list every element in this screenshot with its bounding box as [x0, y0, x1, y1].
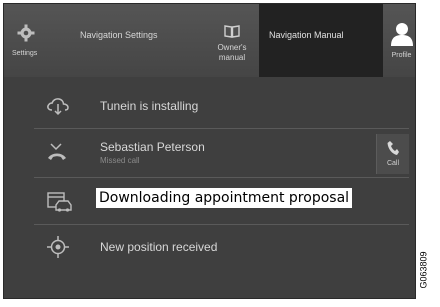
- list-item-title: New position received: [100, 240, 218, 254]
- navigation-manual-label: Navigation Manual: [269, 30, 344, 40]
- figure-code-text: G063809: [418, 251, 429, 289]
- calendar-car-icon: [46, 190, 72, 217]
- list-item[interactable]: New position received: [34, 225, 409, 267]
- call-button[interactable]: Call: [376, 134, 409, 174]
- navigation-settings-button[interactable]: Navigation Settings: [64, 4, 194, 77]
- owners-manual-button[interactable]: Owner's manual: [206, 4, 258, 77]
- figure-code: G063809: [418, 250, 434, 294]
- call-status: Missed call: [100, 156, 140, 165]
- settings-label: Settings: [12, 50, 38, 57]
- phone-icon: [387, 140, 399, 161]
- position-icon: [46, 235, 70, 264]
- book-icon: [224, 24, 240, 43]
- list-item[interactable]: Tunein is installing: [34, 88, 409, 129]
- cloud-download-icon: [46, 96, 70, 121]
- caller-name: Sebastian Peterson: [100, 140, 205, 154]
- settings-button[interactable]: Settings: [4, 4, 48, 77]
- profile-label: Profile: [391, 52, 412, 59]
- owners-manual-label: Owner's manual: [217, 43, 247, 62]
- top-bar: Settings Navigation Settings Owner's man…: [4, 4, 415, 77]
- call-label: Call: [386, 160, 400, 167]
- person-icon: [391, 22, 413, 51]
- notification-screen: Settings Navigation Settings Owner's man…: [3, 3, 416, 299]
- list-item[interactable]: Downloading appointment proposal: [34, 178, 409, 225]
- missed-call-icon: [46, 142, 68, 167]
- navigation-manual-tab[interactable]: Navigation Manual: [259, 4, 383, 77]
- navigation-settings-label: Navigation Settings: [80, 30, 158, 40]
- profile-button[interactable]: Profile: [386, 4, 415, 77]
- list-item[interactable]: Sebastian Peterson Missed call Call: [34, 129, 409, 178]
- list-item-title: Tunein is installing: [100, 99, 199, 113]
- downloading-toast: Downloading appointment proposal: [96, 188, 353, 208]
- gear-icon: [17, 24, 35, 47]
